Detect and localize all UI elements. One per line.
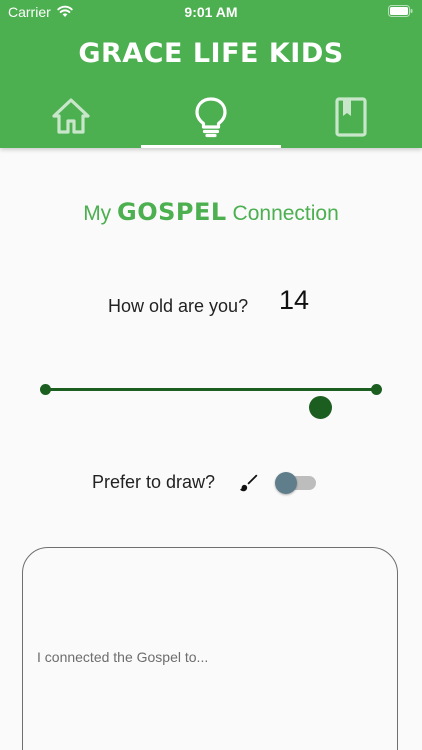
home-icon: [52, 98, 90, 134]
age-value: 14: [279, 285, 310, 315]
status-bar: Carrier 9:01 AM: [0, 0, 422, 26]
age-slider[interactable]: [40, 376, 382, 419]
heading-prefix: My: [83, 202, 112, 225]
brush-icon: [239, 474, 258, 492]
app-title: GRACE LIFE KIDS: [78, 38, 344, 69]
tab-book[interactable]: [281, 88, 421, 148]
screen: Carrier 9:01 AM GRACE LIFE KIDS My GOSPE…: [0, 0, 422, 750]
age-question-label: How old are you?: [108, 296, 249, 316]
status-time: 9:01 AM: [184, 4, 238, 20]
connection-input[interactable]: [35, 648, 379, 666]
slider-min-dot: [40, 384, 51, 395]
connection-text-area[interactable]: [22, 547, 398, 750]
slider-track[interactable]: [45, 388, 377, 391]
toggle-knob[interactable]: [275, 472, 297, 494]
heading-suffix: Connection: [232, 202, 339, 225]
heading-emphasis: GOSPEL: [117, 198, 227, 226]
battery-icon: [388, 5, 413, 17]
slider-thumb[interactable]: [309, 396, 333, 419]
tab-ideas[interactable]: [141, 88, 281, 148]
app-header: Carrier 9:01 AM GRACE LIFE KIDS: [0, 0, 422, 148]
tab-home[interactable]: [1, 88, 141, 148]
prefer-draw-label: Prefer to draw?: [92, 472, 216, 492]
page-heading: My GOSPEL Connection: [0, 198, 422, 226]
lightbulb-icon: [195, 97, 227, 138]
book-icon: [335, 97, 367, 137]
prefer-draw-toggle[interactable]: [274, 471, 318, 495]
selected-tab-indicator: [141, 145, 281, 148]
slider-max-dot: [371, 384, 382, 395]
